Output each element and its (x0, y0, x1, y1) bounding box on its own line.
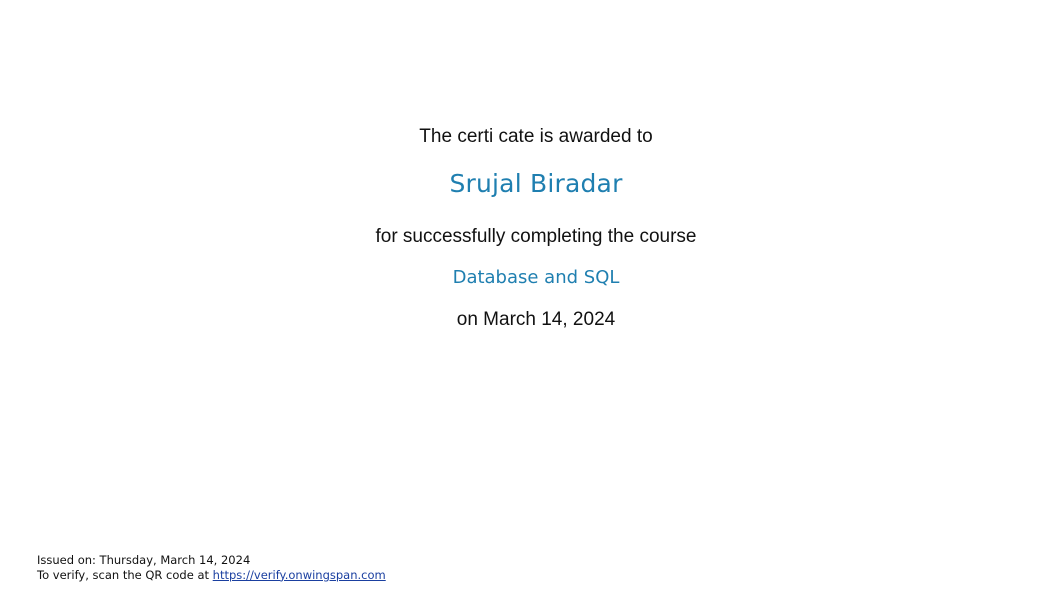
verify-line: To verify, scan the QR code at https://v… (37, 568, 386, 583)
completion-date: on March 14, 2024 (456, 309, 616, 330)
certificate-page: The certi cate is awarded to Srujal Bira… (0, 0, 1048, 609)
issued-on-text: Issued on: Thursday, March 14, 2024 (37, 553, 251, 567)
course-name: Database and SQL (452, 267, 620, 288)
awarded-text: The certi cate is awarded to (419, 126, 653, 147)
verify-link[interactable]: https://verify.onwingspan.com (213, 568, 386, 582)
recipient-name: Srujal Biradar (449, 169, 623, 198)
verify-prefix: To verify, scan the QR code at (37, 567, 213, 582)
completion-text: for successfully completing the course (375, 226, 697, 247)
certificate-footer: Issued on: Thursday, March 14, 2024 To v… (37, 553, 386, 582)
